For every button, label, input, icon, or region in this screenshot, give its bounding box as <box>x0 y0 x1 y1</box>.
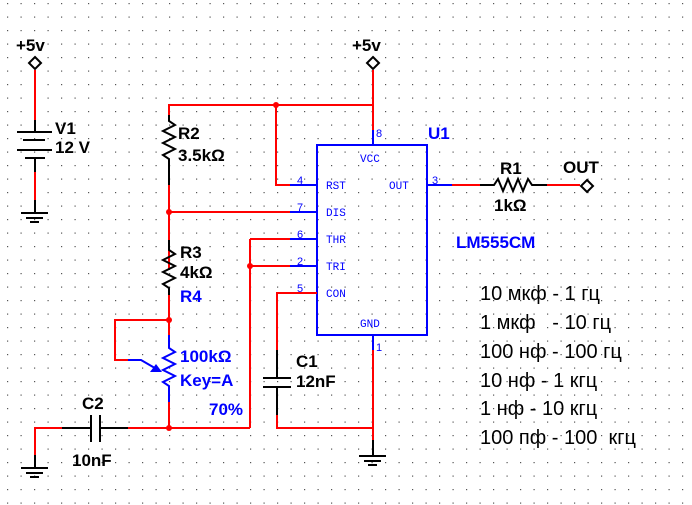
pin-rst: RST <box>326 181 346 193</box>
r3-name: R3 <box>180 243 202 262</box>
out-label: OUT <box>563 158 600 177</box>
c1-value: 12nF <box>296 372 336 391</box>
r3-value: 4kΩ <box>180 263 213 282</box>
pin-tri: TRI <box>326 262 346 274</box>
power-label: +5v <box>352 36 381 55</box>
c1-name: C1 <box>296 352 318 371</box>
pin-con: CON <box>326 289 346 301</box>
note-line: 10 нф - 1 кгц <box>480 370 597 392</box>
r4-setting: 70% <box>209 400 243 419</box>
v1-value: 12 V <box>55 138 91 157</box>
pin-number: 7 <box>297 202 303 214</box>
note-line: 100 пф - 100 кгц <box>480 427 636 449</box>
pin-number: 1 <box>376 342 382 354</box>
pin-out: OUT <box>389 181 409 193</box>
pin-dis: DIS <box>326 208 346 220</box>
pin-number: 4 <box>297 175 303 187</box>
pin-thr: THR <box>326 235 346 247</box>
pin-gnd: GND <box>360 319 380 331</box>
note-line: 100 нф - 100 гц <box>480 341 622 363</box>
schematic: +5v V1 12 V +5v R2 3.5kΩ R3 4kΩ R4 100kΩ… <box>0 0 692 505</box>
r4-name: R4 <box>180 287 202 306</box>
r2-name: R2 <box>178 124 200 143</box>
note-line: 10 мкф - 1 гц <box>480 283 600 305</box>
note-line: 1 мкф - 10 гц <box>480 312 611 334</box>
pin-number: 8 <box>376 128 382 140</box>
u1-name: U1 <box>428 124 450 143</box>
pin-number: 2 <box>297 256 303 268</box>
v1-name: V1 <box>55 119 76 138</box>
pin-number: 3 <box>432 175 438 187</box>
note-line: 1 нф - 10 кгц <box>480 398 597 420</box>
u1-part: LM555CM <box>456 233 535 252</box>
c2-name: C2 <box>82 394 104 413</box>
r4-key: Key=A <box>180 371 233 390</box>
pin-number: 6 <box>297 229 303 241</box>
power-label: +5v <box>16 36 45 55</box>
pin-vcc: VCC <box>360 154 380 166</box>
r4-value: 100kΩ <box>180 347 231 366</box>
r1-value: 1kΩ <box>494 196 527 215</box>
c2-value: 10nF <box>72 451 112 470</box>
r2-value: 3.5kΩ <box>178 146 225 165</box>
r1-name: R1 <box>500 159 522 178</box>
